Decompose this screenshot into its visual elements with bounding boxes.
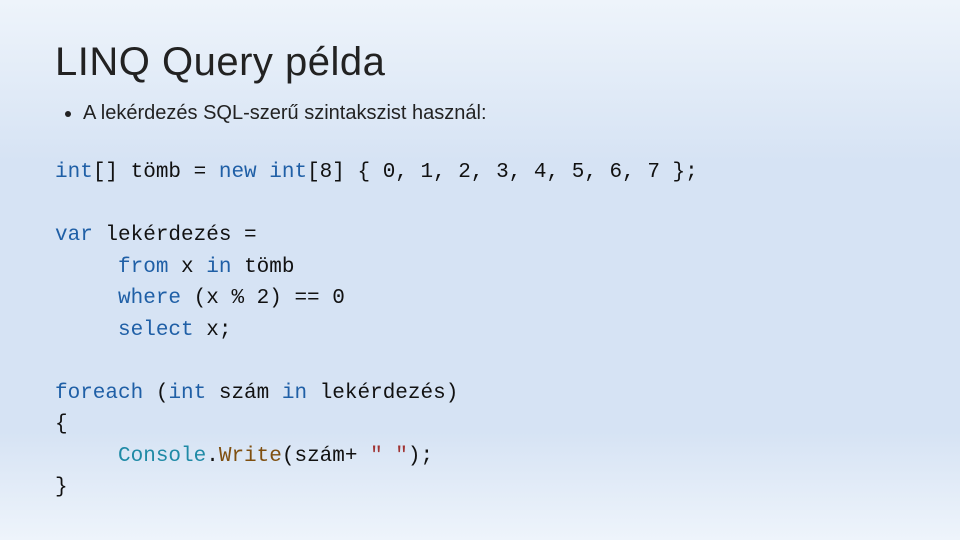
code-text: ( [143,382,168,405]
bullet-item: A lekérdezés SQL-szerű szintakszist hasz… [83,99,905,127]
code-keyword: from [118,256,168,279]
bullet-list: A lekérdezés SQL-szerű szintakszist hasz… [55,99,905,127]
code-keyword: new [219,161,257,184]
code-text [55,445,118,468]
code-keyword: select [118,319,194,342]
code-text: { [55,413,68,436]
code-text: tömb [231,256,294,279]
code-keyword: var [55,224,93,247]
code-text: } [55,476,68,499]
code-text: (x % 2) == 0 [181,287,345,310]
code-keyword: where [118,287,181,310]
code-keyword: in [206,256,231,279]
code-text: lekérdezés) [307,382,458,405]
code-keyword: int [269,161,307,184]
code-method: Write [219,445,282,468]
code-text [55,287,118,310]
code-keyword: foreach [55,382,143,405]
slide: LINQ Query példa A lekérdezés SQL-szerű … [0,0,960,540]
code-text: (szám+ [282,445,370,468]
code-text: ); [408,445,433,468]
code-text [55,319,118,342]
code-text [55,256,118,279]
code-class: Console [118,445,206,468]
code-keyword: int [168,382,206,405]
slide-title: LINQ Query példa [55,40,905,85]
code-text: . [206,445,219,468]
code-text: szám [206,382,282,405]
code-text: x [168,256,206,279]
code-text: x; [194,319,232,342]
code-text: lekérdezés = [93,224,257,247]
code-string: " " [370,445,408,468]
code-text [257,161,270,184]
code-text: [8] { 0, 1, 2, 3, 4, 5, 6, 7 }; [307,161,698,184]
code-block: int[] tömb = new int[8] { 0, 1, 2, 3, 4,… [55,157,905,504]
code-keyword: int [55,161,93,184]
code-text: [] tömb = [93,161,219,184]
code-keyword: in [282,382,307,405]
